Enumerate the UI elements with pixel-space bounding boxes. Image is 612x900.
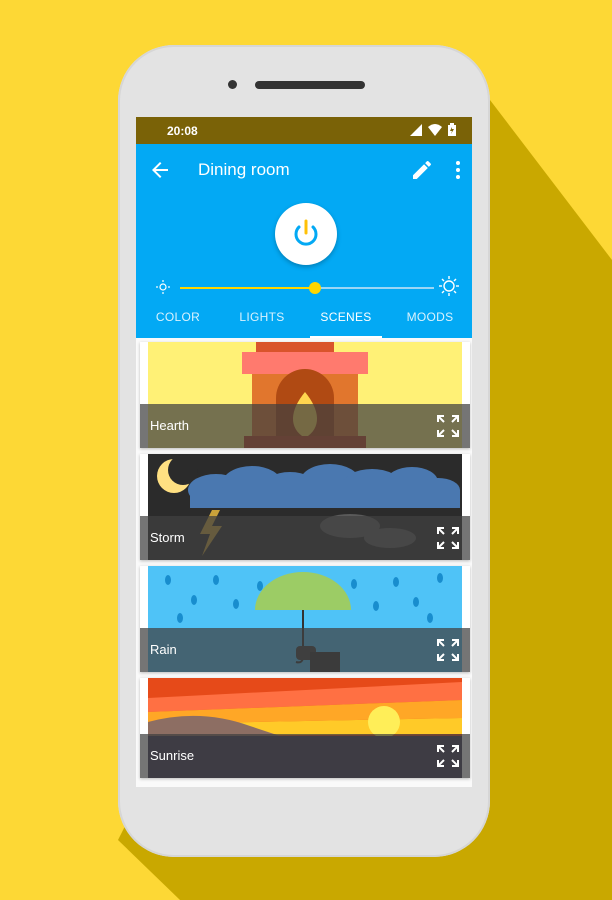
tab-moods[interactable]: MOODS	[388, 302, 472, 338]
more-vert-icon[interactable]	[446, 158, 470, 182]
wifi-icon	[428, 123, 442, 136]
speaker-grille	[255, 81, 365, 89]
scene-overlay: Rain	[140, 628, 470, 672]
tab-bar: COLOR LIGHTS SCENES MOODS	[136, 302, 472, 338]
brightness-high-icon	[439, 276, 459, 296]
scene-label-rain: Rain	[150, 642, 177, 657]
page-title: Dining room	[198, 160, 290, 179]
scene-label-hearth: Hearth	[150, 418, 190, 433]
phone-frame: 20:08 Dining room COLOR LIGHTS SCENES MO…	[118, 45, 490, 857]
brightness-slider-fill	[180, 287, 315, 289]
scene-overlay: Sunrise	[140, 734, 470, 778]
scene-card-storm[interactable]: Storm	[140, 454, 470, 560]
signal-icon	[410, 123, 422, 136]
power-icon	[294, 219, 318, 246]
scene-card-sunrise[interactable]: Sunrise	[140, 678, 470, 778]
scene-label-storm: Storm	[150, 530, 185, 545]
brightness-slider-thumb[interactable]	[308, 282, 321, 294]
scene-overlay: Hearth	[140, 404, 470, 448]
scene-overlay: Storm	[140, 516, 470, 560]
fullscreen-icon[interactable]	[436, 526, 460, 550]
fullscreen-icon[interactable]	[436, 414, 460, 438]
scene-card-rain[interactable]: Rain	[140, 566, 470, 672]
battery-icon	[448, 123, 456, 136]
brightness-slider[interactable]	[180, 282, 434, 294]
tab-scenes[interactable]: SCENES	[304, 302, 388, 338]
status-time: 20:08	[167, 124, 198, 138]
tab-lights[interactable]: LIGHTS	[220, 302, 304, 338]
front-camera	[228, 80, 237, 89]
fullscreen-icon[interactable]	[436, 638, 460, 662]
fullscreen-icon[interactable]	[436, 744, 460, 768]
app-bar: Dining room COLOR LIGHTS SCENES MOODS	[136, 144, 472, 338]
status-bar: 20:08	[136, 117, 472, 144]
power-button[interactable]	[275, 203, 337, 265]
scene-label-sunrise: Sunrise	[150, 748, 195, 763]
scene-card-hearth[interactable]: Hearth	[140, 342, 470, 448]
back-arrow-icon[interactable]	[148, 158, 172, 182]
brightness-low-icon	[156, 280, 170, 294]
edit-pencil-icon[interactable]	[410, 158, 434, 182]
screen: 20:08 Dining room COLOR LIGHTS SCENES MO…	[136, 117, 472, 787]
tab-color[interactable]: COLOR	[136, 302, 220, 338]
